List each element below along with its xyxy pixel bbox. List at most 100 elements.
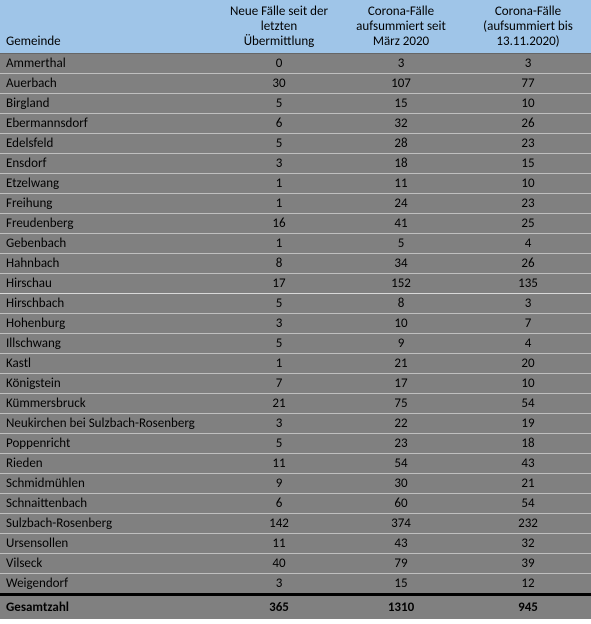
table-row: Ammerthal033	[0, 54, 591, 74]
cell-gemeinde: Edelsfeld	[0, 134, 221, 154]
cell-value: 3	[221, 414, 337, 434]
table-row: Neukirchen bei Sulzbach-Rosenberg32219	[0, 414, 591, 434]
cell-value: 5	[337, 234, 465, 254]
table-row: Gebenbach154	[0, 234, 591, 254]
cell-value: 3	[465, 54, 591, 74]
table-row: Vilseck407939	[0, 554, 591, 574]
cell-gemeinde: Neukirchen bei Sulzbach-Rosenberg	[0, 414, 221, 434]
cell-value: 107	[337, 74, 465, 94]
cell-value: 3	[221, 314, 337, 334]
cell-gemeinde: Etzelwang	[0, 174, 221, 194]
cell-value: 152	[337, 274, 465, 294]
table-body: Ammerthal033Auerbach3010777Birgland51510…	[0, 54, 591, 620]
table-row: Auerbach3010777	[0, 74, 591, 94]
cell-value: 7	[221, 374, 337, 394]
cell-gemeinde: Ursensollen	[0, 534, 221, 554]
cell-value: 11	[337, 174, 465, 194]
table-header: Gemeinde Neue Fälle seit der letzten Übe…	[0, 0, 591, 54]
cell-value: 1	[221, 194, 337, 214]
cell-value: 8	[221, 254, 337, 274]
cell-value: 39	[465, 554, 591, 574]
cell-gemeinde: Weigendorf	[0, 574, 221, 595]
cell-value: 17	[337, 374, 465, 394]
cell-value: 1	[221, 354, 337, 374]
corona-cases-table: Gemeinde Neue Fälle seit der letzten Übe…	[0, 0, 591, 619]
cell-value: 40	[221, 554, 337, 574]
cell-value: 25	[465, 214, 591, 234]
table-row: Hahnbach83426	[0, 254, 591, 274]
cell-value: 0	[221, 54, 337, 74]
cell-gemeinde: Hirschau	[0, 274, 221, 294]
table-row: Hirschbach583	[0, 294, 591, 314]
cell-value: 10	[465, 174, 591, 194]
cell-value: 6	[221, 114, 337, 134]
cell-value: 16	[221, 214, 337, 234]
cell-value: 60	[337, 494, 465, 514]
cell-gemeinde: Freudenberg	[0, 214, 221, 234]
cell-gemeinde: Freihung	[0, 194, 221, 214]
cell-value: 15	[337, 94, 465, 114]
cell-value: 3	[221, 154, 337, 174]
cell-value: 43	[465, 454, 591, 474]
cell-value: 232	[465, 514, 591, 534]
cell-value: 23	[465, 134, 591, 154]
cell-value: 9	[221, 474, 337, 494]
cell-value: 19	[465, 414, 591, 434]
cell-gemeinde: Ammerthal	[0, 54, 221, 74]
cell-total-value: 365	[221, 595, 337, 620]
cell-value: 8	[337, 294, 465, 314]
table-row: Edelsfeld52823	[0, 134, 591, 154]
table-row: Königstein71710	[0, 374, 591, 394]
cell-value: 5	[221, 334, 337, 354]
cell-gemeinde: Hohenburg	[0, 314, 221, 334]
cell-value: 54	[337, 454, 465, 474]
cell-gemeinde: Hirschbach	[0, 294, 221, 314]
header-bis-datum: Corona-Fälle (aufsummiert bis 13.11.2020…	[465, 0, 591, 54]
cell-value: 135	[465, 274, 591, 294]
cell-value: 32	[465, 534, 591, 554]
cell-gemeinde: Kümmersbruck	[0, 394, 221, 414]
table-row: Schnaittenbach66054	[0, 494, 591, 514]
cell-value: 21	[337, 354, 465, 374]
cell-value: 10	[465, 374, 591, 394]
cell-gemeinde: Schnaittenbach	[0, 494, 221, 514]
cell-gemeinde: Kastl	[0, 354, 221, 374]
cell-value: 30	[337, 474, 465, 494]
table-row: Illschwang594	[0, 334, 591, 354]
table-row: Ensdorf31815	[0, 154, 591, 174]
cell-value: 7	[465, 314, 591, 334]
table-row-total: Gesamtzahl3651310945	[0, 595, 591, 620]
cell-total-label: Gesamtzahl	[0, 595, 221, 620]
cell-gemeinde: Ensdorf	[0, 154, 221, 174]
cell-value: 11	[221, 454, 337, 474]
cell-total-value: 1310	[337, 595, 465, 620]
cell-value: 5	[221, 134, 337, 154]
table-row: Etzelwang11110	[0, 174, 591, 194]
table-row: Birgland51510	[0, 94, 591, 114]
cell-value: 23	[337, 434, 465, 454]
cell-gemeinde: Schmidmühlen	[0, 474, 221, 494]
cell-value: 23	[465, 194, 591, 214]
cell-value: 54	[465, 394, 591, 414]
cell-gemeinde: Gebenbach	[0, 234, 221, 254]
cell-value: 34	[337, 254, 465, 274]
cell-gemeinde: Rieden	[0, 454, 221, 474]
cell-value: 18	[465, 434, 591, 454]
header-aufsummiert: Corona-Fälle aufsummiert seit März 2020	[337, 0, 465, 54]
cell-value: 10	[337, 314, 465, 334]
cell-value: 22	[337, 414, 465, 434]
cell-gemeinde: Vilseck	[0, 554, 221, 574]
cell-gemeinde: Auerbach	[0, 74, 221, 94]
cell-value: 20	[465, 354, 591, 374]
table-row: Hirschau17152135	[0, 274, 591, 294]
cell-value: 12	[465, 574, 591, 595]
table-row: Ebermannsdorf63226	[0, 114, 591, 134]
table-row: Freudenberg164125	[0, 214, 591, 234]
cell-value: 54	[465, 494, 591, 514]
cell-value: 10	[465, 94, 591, 114]
table-row: Kümmersbruck217554	[0, 394, 591, 414]
table-row: Kastl12120	[0, 354, 591, 374]
cell-value: 30	[221, 74, 337, 94]
cell-value: 43	[337, 534, 465, 554]
cell-value: 15	[337, 574, 465, 595]
